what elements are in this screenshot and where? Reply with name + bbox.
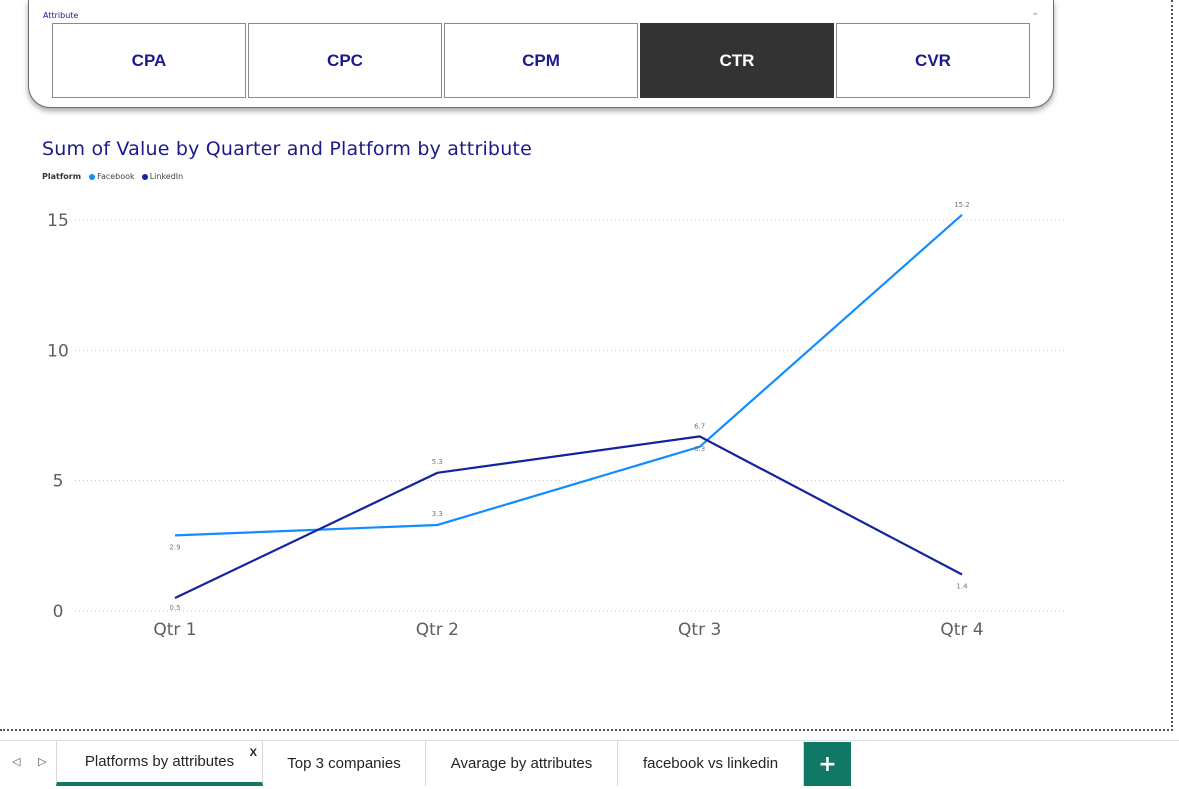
x-tick-label: Qtr 1 [153,620,196,640]
tab-label: Top 3 companies [287,755,401,772]
attribute-slicer: Attribute ⌄ CPA CPC CPM CTR CVR [28,0,1054,108]
tab-facebook-vs-linkedin[interactable]: facebook vs linkedin [618,741,804,786]
add-page-button[interactable]: + [804,742,851,786]
y-tick-label: 0 [53,602,64,622]
x-tick-label: Qtr 4 [940,620,983,640]
slicer-title: Attribute [43,11,79,20]
data-label: 1.4 [956,583,968,591]
tab-label: Platforms by attributes [84,753,235,770]
legend-label-facebook: Facebook [97,172,135,181]
legend-item-facebook[interactable]: Facebook [89,172,135,181]
slicer-option-cpa[interactable]: CPA [52,23,246,98]
data-label: 6.3 [694,445,705,453]
x-tick-label: Qtr 2 [416,620,459,640]
y-tick-label: 15 [47,211,69,231]
chevron-down-icon[interactable]: ⌄ [1031,8,1039,18]
y-tick-label: 5 [53,472,64,492]
prev-page-arrow-icon[interactable]: ◁ [12,755,20,768]
page-tab-bar: ◁ ▷ Platforms by attributes X Top 3 comp… [0,740,1179,789]
next-page-arrow-icon[interactable]: ▷ [38,755,46,768]
data-label: 5.3 [432,458,443,466]
legend-label-linkedin: LinkedIn [149,172,184,181]
tab-platforms-by-attributes[interactable]: Platforms by attributes X [56,741,263,786]
tab-label: facebook vs linkedin [642,755,779,772]
legend-title: Platform [42,172,82,181]
data-label: 2.9 [169,543,180,551]
slicer-option-cpc[interactable]: CPC [248,23,442,98]
series-line-facebook [174,213,963,537]
chart-title: Sum of Value by Quarter and Platform by … [42,138,532,160]
data-label: 0.5 [169,604,180,612]
close-tab-icon[interactable]: X [250,747,257,759]
y-tick-label: 10 [47,341,69,361]
data-label: 15.2 [954,201,970,209]
chart-legend: Platform Facebook LinkedIn [42,172,186,181]
data-label: 3.3 [432,510,443,518]
tab-avarage-by-attributes[interactable]: Avarage by attributes [426,741,618,786]
tab-top-3-companies[interactable]: Top 3 companies [263,741,426,786]
slicer-option-cvr[interactable]: CVR [836,23,1030,98]
legend-item-linkedin[interactable]: LinkedIn [141,172,184,181]
data-label: 6.7 [694,422,705,430]
x-tick-label: Qtr 3 [678,620,721,640]
legend-marker-facebook [89,173,96,180]
slicer-buttons: CPA CPC CPM CTR CVR [52,23,1031,98]
tab-label: Avarage by attributes [450,755,593,772]
series-line-linkedin [174,435,963,599]
line-chart: 0 5 10 15 Qtr 1 Qtr 2 Qtr 3 Qtr 4 2.9 3.3 6.3 15.2 0… [47,201,1065,640]
legend-marker-linkedin [141,173,148,180]
slicer-option-cpm[interactable]: CPM [444,23,638,98]
slicer-option-ctr[interactable]: CTR [640,23,834,98]
